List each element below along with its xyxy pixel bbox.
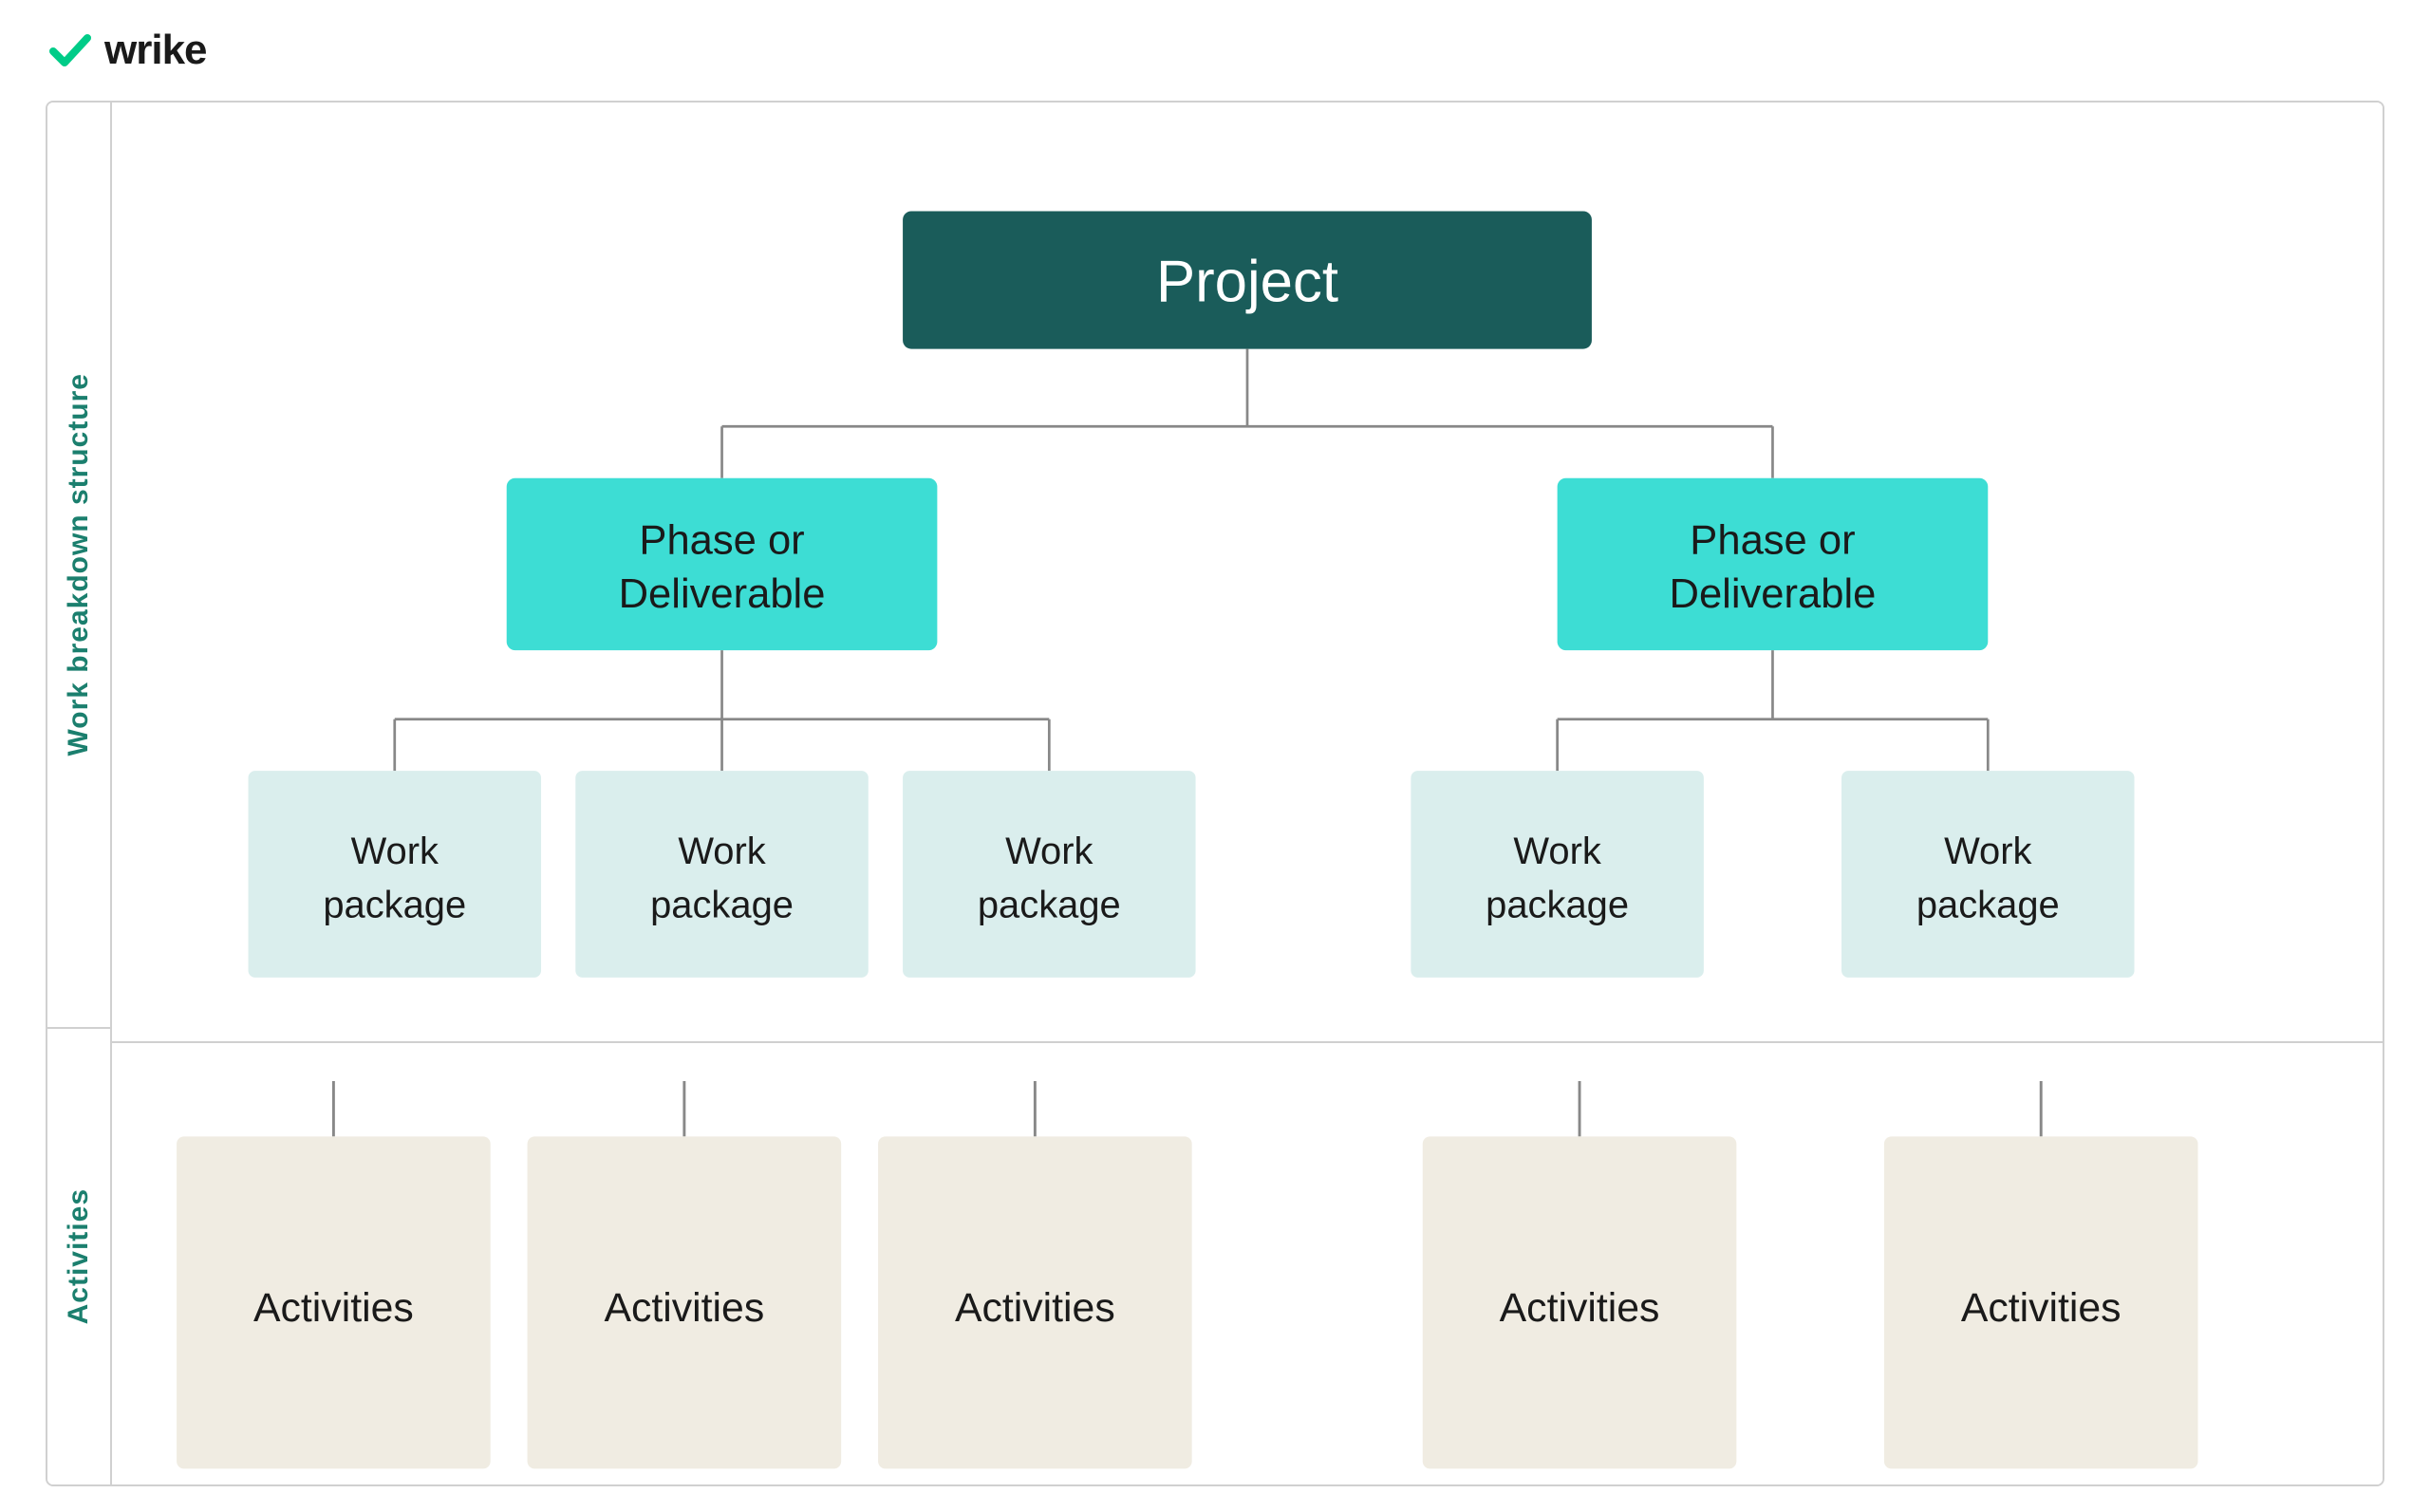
main-container: Work breakdown structure Activities Proj… — [46, 101, 2384, 1486]
svg-text:package: package — [978, 884, 1121, 925]
activities-section: Activities Activities Activities Activit… — [112, 1043, 2383, 1486]
wp1-text: Work — [351, 831, 439, 872]
act1-text: Activities — [253, 1285, 414, 1331]
wbs-label-section: Work breakdown structure — [47, 103, 110, 1029]
act5-text: Activities — [1961, 1285, 2122, 1331]
activities-diagram-svg: Activities Activities Activities Activit… — [112, 1081, 2383, 1486]
phase-right-text: Phase or — [1690, 518, 1855, 564]
header: wrike — [0, 0, 2430, 101]
wbs-diagram-svg: Project Phase or Deliverable Phase or De… — [188, 159, 2307, 1003]
activities-label-section: Activities — [47, 1029, 110, 1484]
wp4-text: Work — [1513, 831, 1601, 872]
act3-text: Activities — [955, 1285, 1115, 1331]
svg-text:package: package — [1916, 884, 2060, 925]
wbs-label: Work breakdown structure — [63, 373, 95, 756]
wrike-logo: wrike — [46, 27, 207, 74]
diagram-area: Project Phase or Deliverable Phase or De… — [112, 103, 2383, 1484]
wp5-text: Work — [1944, 831, 2032, 872]
wrike-logo-icon — [46, 32, 95, 68]
wp2-text: Work — [678, 831, 766, 872]
svg-text:package: package — [1486, 884, 1629, 925]
label-column: Work breakdown structure Activities — [47, 103, 112, 1484]
svg-text:Deliverable: Deliverable — [1670, 571, 1877, 617]
wrike-wordmark: wrike — [104, 27, 207, 74]
wbs-section: Project Phase or Deliverable Phase or De… — [112, 103, 2383, 1043]
project-node-text: Project — [1156, 250, 1338, 315]
act2-text: Activities — [605, 1285, 765, 1331]
svg-text:package: package — [650, 884, 794, 925]
wp3-text: Work — [1005, 831, 1094, 872]
svg-text:package: package — [323, 884, 466, 925]
act4-text: Activities — [1500, 1285, 1660, 1331]
activities-label: Activities — [63, 1188, 95, 1324]
phase-left-text: Phase or — [639, 518, 804, 564]
svg-text:Deliverable: Deliverable — [619, 571, 826, 617]
